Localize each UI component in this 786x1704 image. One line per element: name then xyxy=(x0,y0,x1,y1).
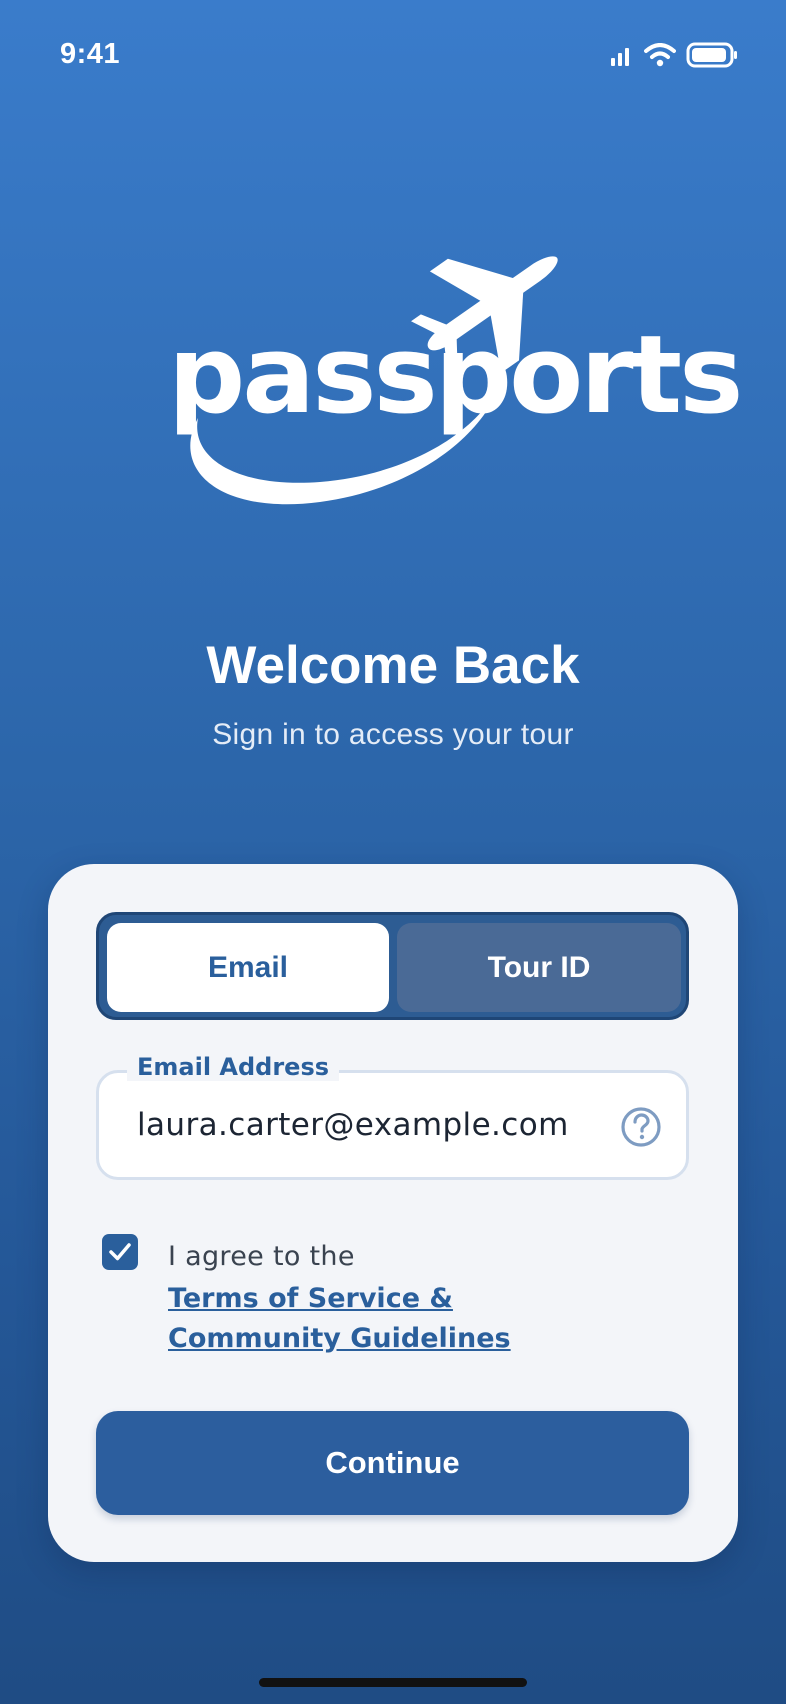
terms-link[interactable]: Terms of Service & Community Guidelines xyxy=(168,1279,598,1359)
battery-icon xyxy=(686,42,737,68)
agree-text: I agree to the xyxy=(168,1241,355,1272)
tab-email[interactable]: Email xyxy=(107,923,389,1012)
email-input-value[interactable]: laura.carter@example.com xyxy=(137,1107,569,1143)
question-circle-icon[interactable] xyxy=(620,1106,662,1148)
welcome-subtitle: Sign in to access your tour xyxy=(212,718,574,751)
wifi-icon xyxy=(644,43,676,67)
home-indicator xyxy=(259,1678,527,1687)
login-card: Email Tour ID Email Address laura.carter… xyxy=(48,864,738,1562)
email-field-label: Email Address xyxy=(127,1053,340,1081)
agree-checkbox[interactable] xyxy=(102,1234,138,1270)
login-method-tabs: Email Tour ID xyxy=(96,912,689,1020)
checkmark-icon xyxy=(109,1243,131,1261)
passports-logo: passports xyxy=(160,230,743,560)
status-bar: 9:41 xyxy=(0,0,786,110)
continue-button[interactable]: Continue xyxy=(96,1411,689,1515)
status-icons xyxy=(610,40,738,70)
tab-tour-id[interactable]: Tour ID xyxy=(397,923,681,1012)
status-time: 9:41 xyxy=(60,38,121,70)
email-field[interactable]: Email Address laura.carter@example.com xyxy=(96,1053,689,1180)
signal-icon xyxy=(611,48,629,66)
welcome-title: Welcome Back xyxy=(206,636,580,695)
logo-wordmark: passports xyxy=(168,313,743,438)
